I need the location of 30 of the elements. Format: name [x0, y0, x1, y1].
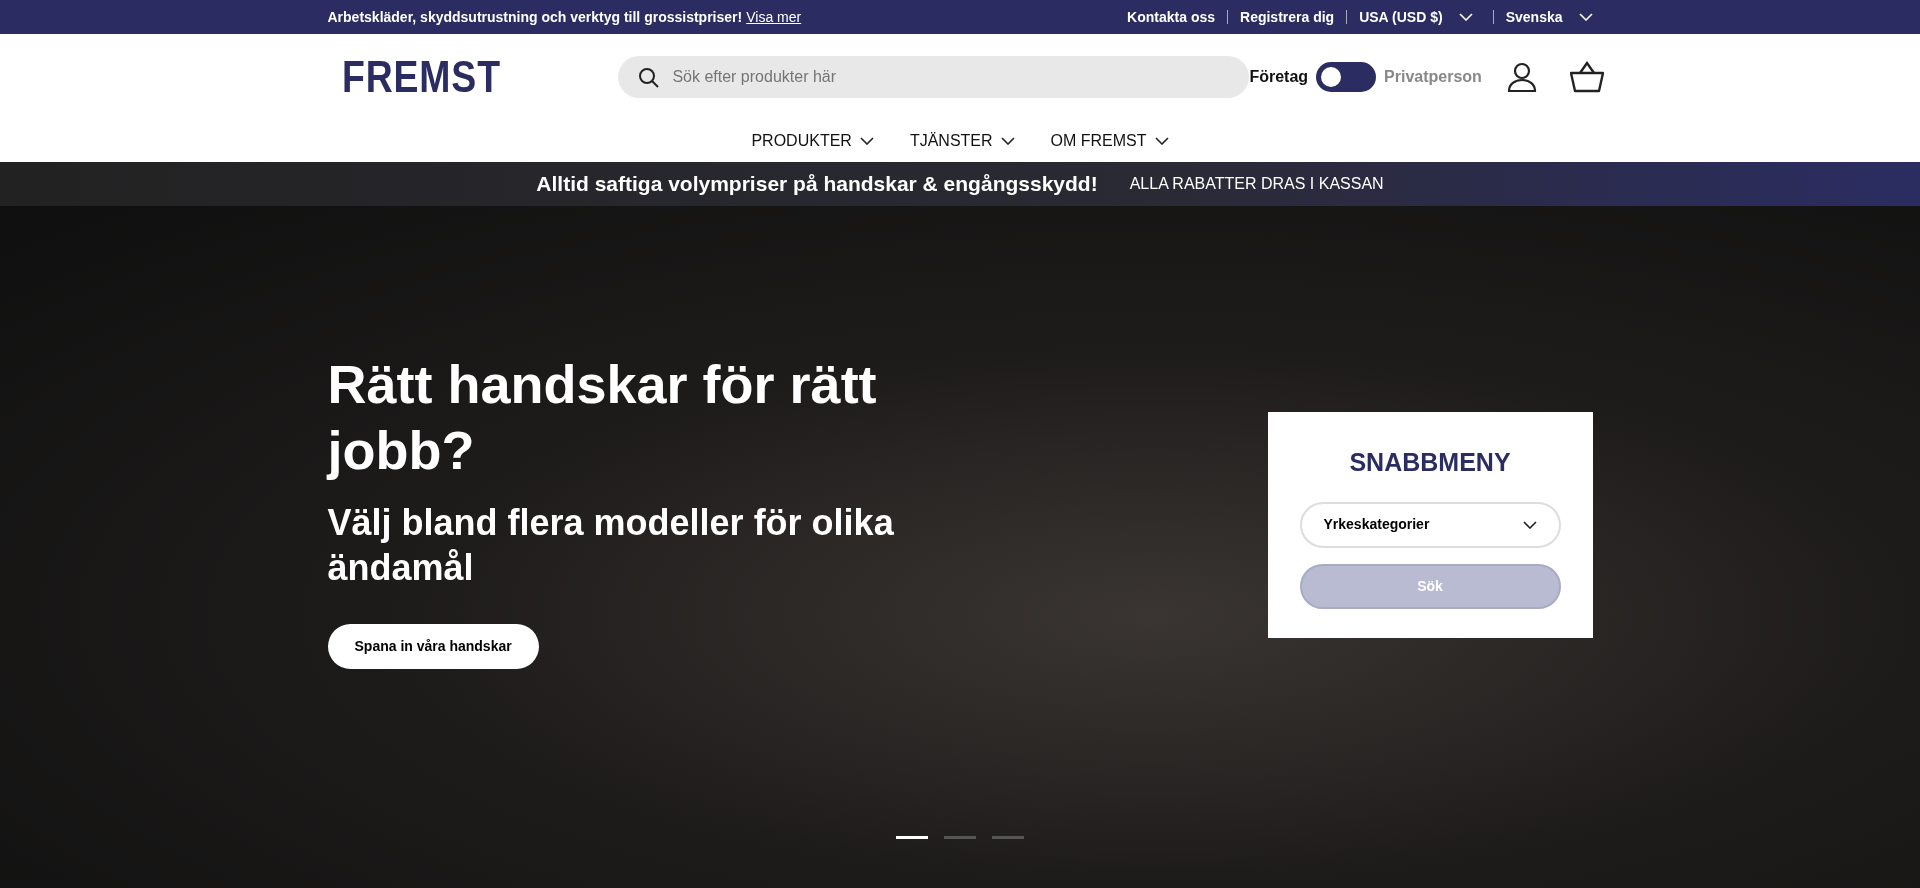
- category-select[interactable]: Yrkeskategorier: [1299, 501, 1561, 548]
- announcement-headline: Alltid saftiga volympriser på handskar & engångsskydd!: [536, 171, 1098, 198]
- search-icon: [638, 67, 661, 89]
- top-link[interactable]: Kontakta oss: [1127, 6, 1216, 28]
- promo-link[interactable]: Visa mer: [746, 6, 802, 28]
- dropdown-button[interactable]: USA (USD $): [1359, 6, 1473, 28]
- search-field[interactable]: Sök efter produkter här: [618, 56, 1250, 98]
- hero-subtitle: Välj bland flera modeller för olika ändamål: [327, 500, 895, 590]
- chevron-down-icon: [1458, 13, 1473, 21]
- basket-icon[interactable]: [1569, 61, 1604, 93]
- customer-type-label[interactable]: Privatperson: [1384, 65, 1482, 89]
- promo-text: Arbetskläder, skyddsutrustning och verktyg till grossistpriser!: [327, 7, 743, 27]
- nav-menu-item[interactable]: OM FREMST: [1044, 128, 1175, 154]
- chevron-down-icon: [859, 137, 874, 145]
- dropdown-button[interactable]: Svenska: [1505, 6, 1593, 28]
- chevron-down-icon: [1154, 137, 1169, 145]
- chevron-down-icon: [1578, 13, 1593, 21]
- chevron-down-icon: [1000, 137, 1015, 145]
- customer-type-label[interactable]: Företag: [1249, 65, 1309, 89]
- quick-menu-title: SNABBMENY: [1348, 447, 1512, 478]
- user-account-icon[interactable]: [1505, 61, 1538, 93]
- nav-menu-item[interactable]: PRODUKTER: [745, 128, 880, 154]
- customer-type-toggle[interactable]: [1316, 62, 1377, 92]
- nav-menu-item[interactable]: TJÄNSTER: [903, 128, 1021, 154]
- announcement-note: ALLA RABATTER DRAS I KASSAN: [1129, 174, 1384, 194]
- hero-title: Rätt handskar för rätt jobb?: [327, 353, 878, 482]
- logo[interactable]: FREMST: [341, 55, 501, 99]
- hero-cta-button[interactable]: Spana in våra handskar: [327, 623, 539, 669]
- top-link[interactable]: Registrera dig: [1240, 6, 1335, 28]
- chevron-down-icon: [1522, 520, 1537, 529]
